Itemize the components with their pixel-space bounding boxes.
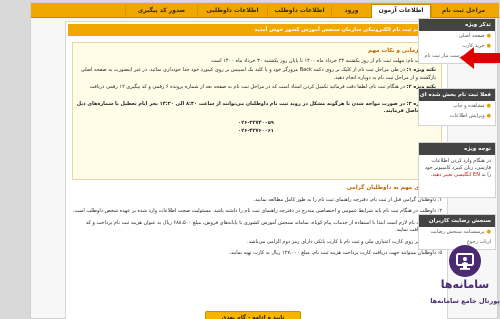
- confirm-next-step-button[interactable]: تایید و ادامه - گام بعدی: [205, 311, 301, 319]
- recommendations-title: توصیه‌های مهم به داوطلبان گرامی: [346, 185, 442, 191]
- support-phone-2: ۰۲۶-۴۲۷۶۰۰۶۱: [238, 127, 274, 134]
- tab-tracking-code[interactable]: صدور کد پیگیری: [125, 5, 197, 17]
- keyboard-note-warning: EN انگلیسی تغییر دهید.: [430, 172, 480, 178]
- bullet-icon: ●: [486, 33, 491, 39]
- tab-registration-steps[interactable]: مراحل ثبت نام: [431, 5, 495, 17]
- recommendation-3: ۳: جهت ثبت نام لازم است ابتدا با استفاده…: [85, 219, 442, 234]
- note-3-body: در صورت مواجه شدن با هرگونه مشکل در روند…: [76, 101, 436, 115]
- recommendation-2: ۲: داوطلب در هنگام ثبت نام باید شرایط عم…: [72, 208, 442, 215]
- tab-exam-info[interactable]: اطلاعات آزمون: [371, 4, 431, 18]
- note-2: نکته ویژه ۲: در هنگام ثبت نام، لطفا دقت …: [76, 84, 437, 99]
- note-1-body: در طی مراحل ثبت نام از کلیک بر روی دکمه …: [80, 67, 436, 81]
- keyboard-note-text: در هنگام وارد کردن اطلاعات فارسی، زبان ک…: [419, 155, 495, 182]
- special-note-title: تذکر ویژه: [419, 19, 495, 31]
- logo-monitor-icon: [449, 245, 481, 277]
- tab-applicant-info[interactable]: اطلاعات داوطلب: [267, 5, 331, 17]
- schedule-section-title: جدول زمانی و نکات مهم: [367, 48, 436, 54]
- main-content: به سیستم ثبت نام الکترونیکی سازمان سنجش …: [65, 21, 448, 319]
- sidebar-item-view-print[interactable]: ●مشاهده و چاپ: [419, 101, 495, 111]
- sidebar-item-survey-label: پرسشنامه سنجش رضایت: [430, 229, 485, 235]
- watermark-logo: سامانه‌ها پورتال جامع سامانه‌ها: [430, 245, 500, 319]
- watermark-title: سامانه‌ها: [440, 278, 490, 291]
- registered-box: فعلا ثبت نام بخش شده ای ●مشاهده و چاپ ●و…: [418, 88, 496, 126]
- red-arrow-icon: [460, 47, 500, 69]
- support-phone-1: ۰۲۶-۳۲۷۴۰۰۵۹: [238, 119, 274, 126]
- note-3: نکته ویژه ۳: در صورت مواجه شدن با هرگونه…: [76, 101, 436, 116]
- watermark-subtitle: پورتال جامع سامانه‌ها: [430, 297, 500, 305]
- keyboard-note-box: توجه ویژه در هنگام وارد کردن اطلاعات فار…: [418, 142, 496, 198]
- note-1: نکته ویژه ۱: در طی مراحل ثبت نام از کلیک…: [76, 67, 436, 82]
- sidebar-item-view-print-label: مشاهده و چاپ: [453, 103, 485, 109]
- sidebar-item-home[interactable]: ●صفحه اصلی: [419, 31, 495, 41]
- recommendations: توصیه‌های مهم به داوطلبان گرامی ۱: داوطل…: [72, 185, 442, 257]
- recommendation-4: ۴: ثبت نام بر روی کارت اعتباری ملی و ثبت…: [247, 238, 442, 245]
- satisfaction-title: سنجش رضایت کاربران: [419, 215, 495, 227]
- note-2-body: در هنگام ثبت نام، لطفا دقت فرمائید تکمیل…: [89, 84, 437, 97]
- sidebar-item-survey[interactable]: ●پرسشنامه سنجش رضایت: [419, 227, 495, 237]
- registered-box-title: فعلا ثبت نام بخش شده ای: [419, 89, 495, 101]
- sidebar-item-edit-info-label: ویرایش اطلاعات: [449, 113, 485, 119]
- bullet-icon: ●: [486, 103, 491, 109]
- welcome-header: به سیستم ثبت نام الکترونیکی سازمان سنجش …: [68, 24, 445, 36]
- recommendation-1: ۱: داوطلبان گرامی قبل از ثبت نام، دفترچه…: [253, 197, 442, 203]
- deadline-text: مهلت ثبت نام: مهلت ثبت نام از روز یکشنبه…: [211, 58, 436, 64]
- bullet-icon: ●: [486, 113, 491, 119]
- sidebar-item-edit-info[interactable]: ●ویرایش اطلاعات: [419, 111, 495, 121]
- keyboard-note-title: توجه ویژه: [419, 143, 495, 155]
- sidebar-item-home-label: صفحه اصلی: [458, 33, 485, 39]
- top-tab-bar: مراحل ثبت نام اطلاعات آزمون ورود اطلاعات…: [31, 3, 499, 18]
- important-notes-box: جدول زمانی و نکات مهم مهلت ثبت نام: مهلت…: [72, 42, 442, 180]
- tab-login[interactable]: ورود: [331, 5, 371, 17]
- recommendation-5: ۵: داوطلبان میتوانند جهت دریافت کارت پرد…: [229, 250, 442, 257]
- bullet-icon: ●: [486, 229, 491, 235]
- tab-applicant-data[interactable]: اطلاعات داوطلبی: [197, 5, 267, 17]
